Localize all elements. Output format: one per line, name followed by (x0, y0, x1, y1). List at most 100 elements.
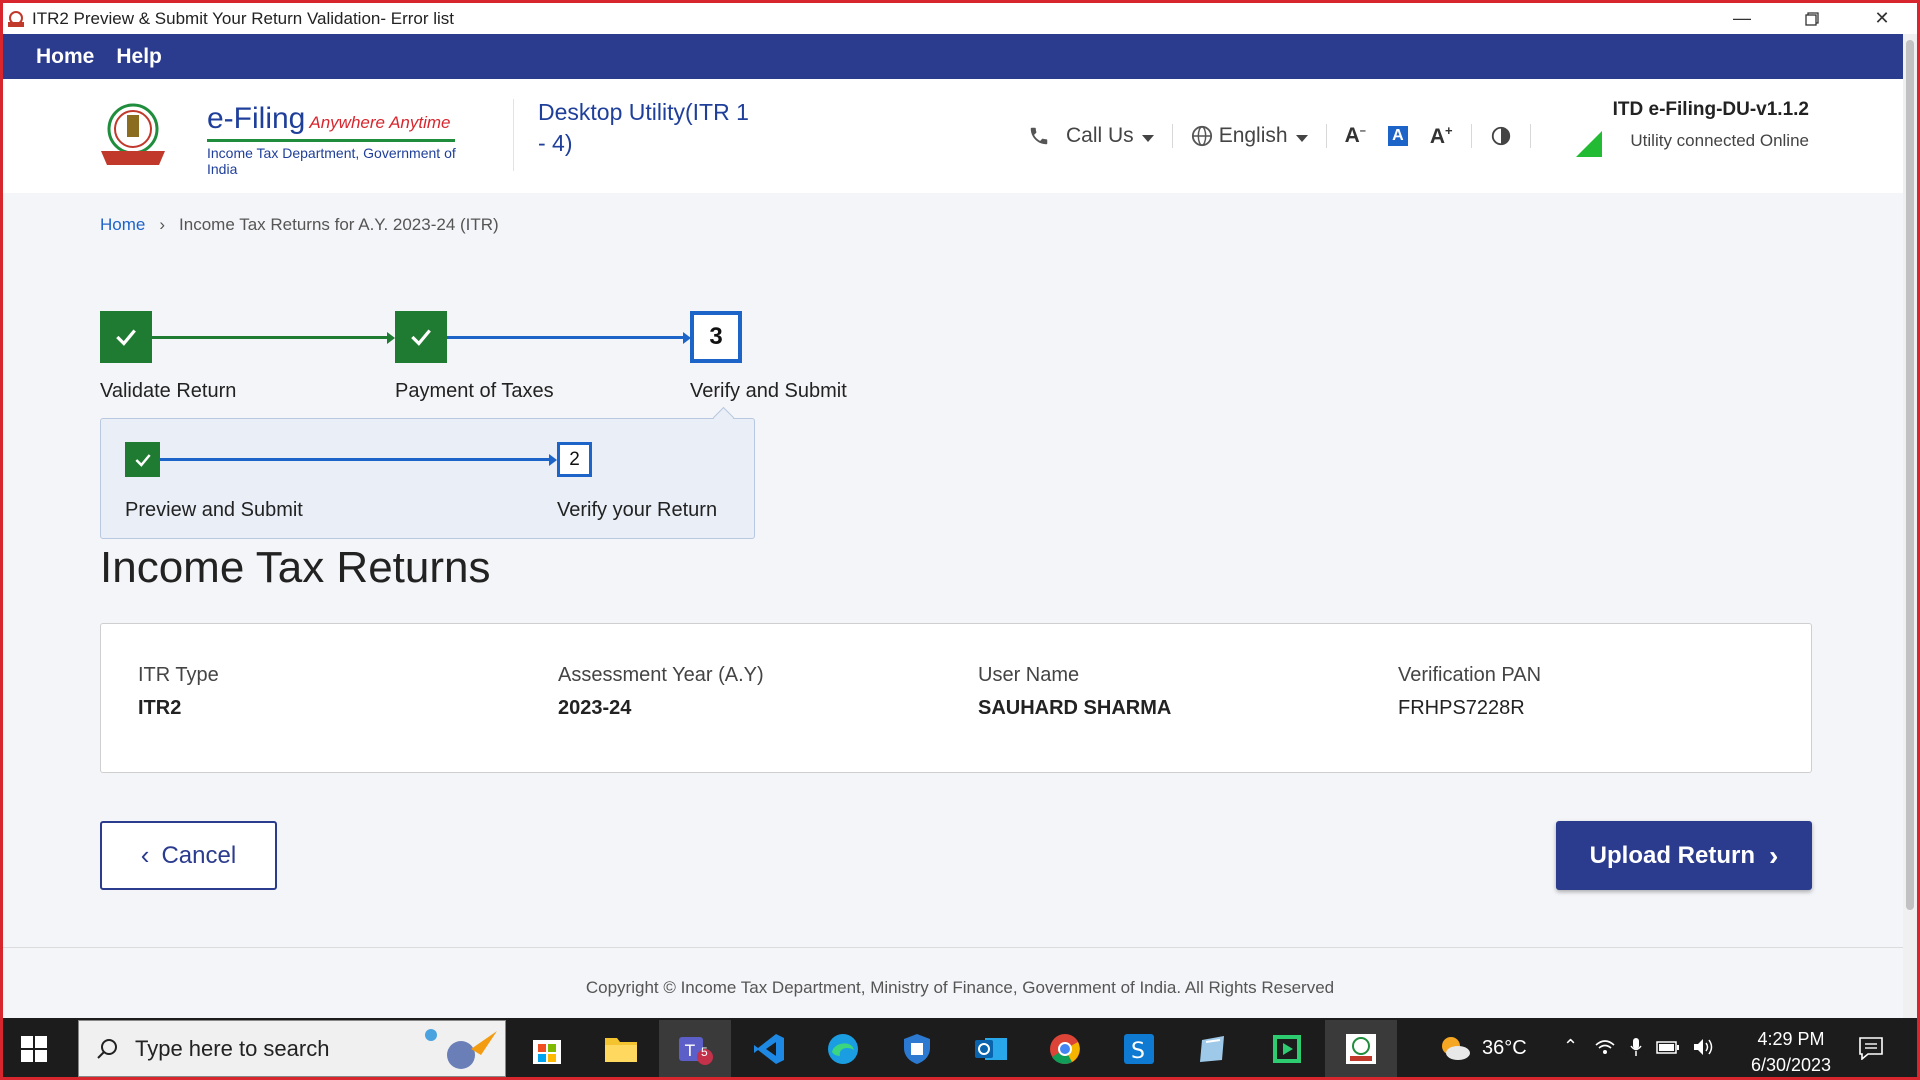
version-label: ITD e-Filing-DU-v1.1.2 (1612, 99, 1809, 120)
teams-badge: 5 (701, 1045, 708, 1059)
font-default-button[interactable]: A (1387, 126, 1408, 146)
temperature: 36°C (1482, 1036, 1527, 1059)
emblem-icon (101, 103, 165, 165)
search-placeholder: Type here to search (135, 1035, 330, 1061)
microphone-icon[interactable] (1630, 1037, 1642, 1057)
return-info-card: ITR Type ITR2 Assessment Year (A.Y) 2023… (100, 623, 1812, 773)
contrast-icon[interactable] (1490, 125, 1512, 147)
step-label-validate: Validate Return (100, 380, 237, 402)
font-increase-button[interactable]: A+ (1430, 123, 1453, 149)
arrow-head-icon (549, 454, 557, 466)
wifi-icon[interactable] (1594, 1038, 1616, 1056)
taskbar-search-box[interactable]: Type here to search (78, 1020, 506, 1077)
close-icon[interactable]: ✕ (1847, 3, 1917, 34)
step-2-check-icon (395, 311, 447, 363)
globe-icon (1191, 125, 1212, 147)
search-highlight-icon (425, 1029, 497, 1069)
page-title: Income Tax Returns (100, 543, 491, 592)
app-name: Desktop Utility(ITR 1 - 4) (538, 99, 749, 156)
assessment-year-field: Assessment Year (A.Y) 2023-24 (558, 664, 764, 720)
chevron-left-icon: ‹ (140, 840, 150, 870)
chevron-right-icon: › (159, 215, 166, 234)
chevron-up-icon[interactable]: ⌃ (1563, 1036, 1578, 1057)
restore-icon[interactable] (1777, 3, 1847, 34)
header-divider (513, 99, 514, 171)
itr-type-label: ITR Type (138, 664, 219, 686)
clock-time: 4:29 PM (1757, 1029, 1825, 1049)
nav-help[interactable]: Help (116, 45, 162, 69)
step-label-verify-submit: Verify and Submit (690, 380, 847, 402)
taskbar-efiling-icon[interactable] (1325, 1020, 1397, 1077)
window-title: ITR2 Preview & Submit Your Return Valida… (32, 8, 455, 28)
taskbar-vscode-icon[interactable] (733, 1020, 805, 1077)
efiling-logo[interactable]: e-Filing Anywhere Anytime Income Tax Depa… (99, 99, 459, 177)
windows-start-icon[interactable] (21, 1036, 47, 1062)
step-connector-2 (447, 336, 683, 339)
app-window: ITR2 Preview & Submit Your Return Valida… (0, 0, 1920, 1018)
windows-taskbar: Type here to search T 5 S 36°C ⌃ 4:29 PM… (0, 1018, 1920, 1080)
page-footer: Copyright © Income Tax Department, Minis… (3, 947, 1917, 1018)
battery-icon[interactable] (1656, 1039, 1680, 1055)
header-tools: Call Us English A– A A+ (1028, 123, 1549, 149)
verification-pan-value: FRHPS7228R (1398, 697, 1525, 719)
breadcrumb: Home › Income Tax Returns for A.Y. 2023-… (100, 215, 499, 235)
assessment-year-label: Assessment Year (A.Y) (558, 664, 764, 686)
taskbar-clock[interactable]: 4:29 PM 6/30/2023 (1743, 1026, 1839, 1078)
taskbar-chrome-icon[interactable] (1029, 1020, 1101, 1077)
substep-1-check-icon (125, 442, 160, 477)
upload-return-button[interactable]: Upload Return › (1556, 821, 1812, 890)
substep-2-number: 2 (557, 442, 592, 477)
upload-return-label: Upload Return (1589, 841, 1755, 869)
breadcrumb-current: Income Tax Returns for A.Y. 2023-24 (ITR… (179, 215, 499, 234)
substep-label-preview: Preview and Submit (125, 499, 303, 521)
clock-date: 6/30/2023 (1750, 1055, 1832, 1075)
logo-divider (207, 139, 455, 142)
substep-label-verify-return: Verify your Return (557, 499, 718, 521)
window-titlebar: ITR2 Preview & Submit Your Return Valida… (3, 3, 1917, 34)
site-header: e-Filing Anywhere Anytime Income Tax Depa… (3, 79, 1917, 193)
step-1-check-icon (100, 311, 152, 363)
itr-type-field: ITR Type ITR2 (138, 664, 219, 720)
taskbar-teams-icon[interactable]: T 5 (659, 1020, 731, 1077)
verification-pan-label: Verification PAN (1398, 664, 1542, 686)
taskbar-explorer-icon[interactable] (585, 1020, 657, 1077)
call-us-dropdown[interactable]: Call Us (1066, 124, 1154, 148)
minimize-icon[interactable]: — (1707, 3, 1777, 34)
substep-panel: 2 Preview and Submit Verify your Return (100, 418, 755, 539)
taskbar-media-icon[interactable] (1251, 1020, 1323, 1077)
taskbar-defender-icon[interactable] (881, 1020, 953, 1077)
logo-title: e-Filing Anywhere Anytime (207, 102, 451, 135)
substep-connector (160, 458, 549, 461)
logo-subtitle: Income Tax Department, Government of Ind… (207, 145, 456, 177)
language-dropdown[interactable]: English (1219, 124, 1308, 148)
notification-icon[interactable] (1858, 1036, 1884, 1060)
verification-pan-field: Verification PAN FRHPS7228R (1398, 664, 1541, 720)
taskbar-weather[interactable]: 36°C (1438, 1034, 1527, 1062)
breadcrumb-home[interactable]: Home (100, 215, 145, 235)
nav-home[interactable]: Home (36, 45, 94, 69)
vertical-scrollbar[interactable] (1903, 34, 1917, 1018)
utility-status: ITD e-Filing-DU-v1.1.2 Utility connected… (1613, 99, 1809, 151)
signal-icon (1576, 131, 1602, 157)
svg-text:S: S (1131, 1039, 1145, 1064)
font-decrease-button[interactable]: A– (1345, 124, 1366, 148)
scrollbar-thumb[interactable] (1906, 40, 1914, 910)
app-emblem-icon (8, 10, 24, 27)
taskbar-edge-icon[interactable] (807, 1020, 879, 1077)
step-connector-1 (152, 336, 387, 339)
taskbar-outlook-icon[interactable] (955, 1020, 1027, 1077)
svg-text:T: T (684, 1041, 695, 1060)
volume-icon[interactable] (1692, 1037, 1714, 1057)
taskbar-notes-icon[interactable] (1177, 1020, 1249, 1077)
step-label-payment: Payment of Taxes (395, 380, 554, 402)
taskbar-app-s-icon[interactable]: S (1103, 1020, 1175, 1077)
phone-icon (1030, 127, 1048, 145)
search-icon (97, 1038, 117, 1059)
system-tray: ⌃ (1563, 1036, 1714, 1057)
user-name-field: User Name SAUHARD SHARMA (978, 664, 1171, 720)
copyright-text: Copyright © Income Tax Department, Minis… (585, 978, 1335, 997)
assessment-year-value: 2023-24 (558, 697, 632, 719)
cancel-button[interactable]: ‹ Cancel (100, 821, 277, 890)
arrow-head-icon (387, 332, 395, 344)
taskbar-store-icon[interactable] (511, 1020, 583, 1077)
